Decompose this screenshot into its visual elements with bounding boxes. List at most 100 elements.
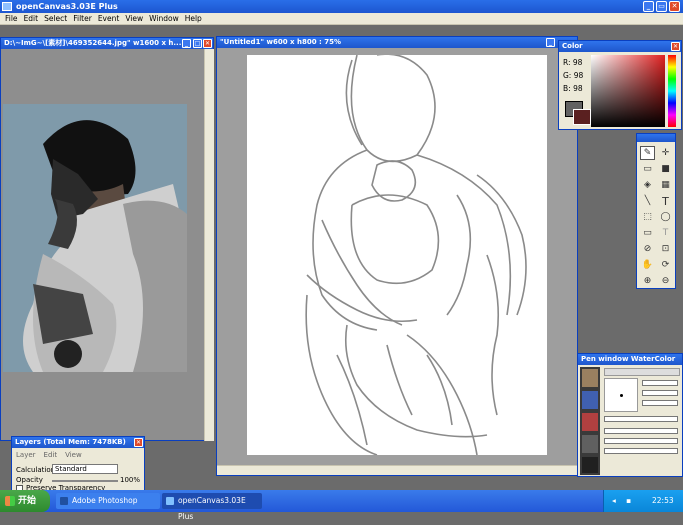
layers-menu-view[interactable]: View [65,451,82,459]
tray-speaker-icon[interactable]: ◂ [612,490,616,512]
layers-menu: Layer Edit View [16,451,82,459]
app-title: openCanvas3.03E Plus [16,2,118,11]
pen-slider[interactable] [604,416,678,422]
menu-filter[interactable]: Filter [70,13,95,24]
r-value[interactable]: 98 [573,58,583,67]
layers-panel-title-text: Layers (Total Mem: 7478KB) [15,438,126,446]
canvas-title-text: "Untitled1" w600 x h800 : 75% [220,38,342,46]
close-button[interactable]: ✕ [669,1,680,12]
menu-file[interactable]: File [2,13,21,24]
rotate-tool-icon[interactable]: ⟳ [658,258,673,272]
task-opencanvas[interactable]: openCanvas3.03E Plus [162,493,262,521]
layers-menu-edit[interactable]: Edit [44,451,58,459]
canvas-window: "Untitled1" w600 x h800 : 75% _ [216,36,578,476]
move-tool-icon[interactable]: ✛ [658,146,673,160]
hue-slider[interactable] [668,55,676,127]
brush-item-icon[interactable] [582,369,598,387]
pen-window-title-text: Pen window WaterColor [581,355,676,363]
text-tool-icon[interactable]: T [658,194,673,208]
tool-palette: ✎ ✛ ▭ ■ ◈ ▦ ╲ T ⬚ ◯ ▭ T ⊘ ⊡ ✋ ⟳ ⊕ ⊖ [636,133,676,289]
horizontal-scrollbar[interactable] [217,465,577,475]
rgb-values: R: 98 G: 98 B: 98 [563,56,583,95]
task-photoshop-label: Adobe Photoshop [72,496,138,505]
minimize-button[interactable]: _ [643,1,654,12]
fill-tool-icon[interactable]: ◈ [640,178,655,192]
app-title-bar: openCanvas3.03E Plus _ ▭ ✕ [0,0,683,13]
drawing-canvas[interactable] [247,53,547,456]
hand-tool-icon[interactable]: ✋ [640,258,655,272]
lasso-tool-icon[interactable]: ◯ [658,210,673,224]
reference-photo [3,104,187,372]
task-photoshop[interactable]: Adobe Photoshop [56,493,160,509]
minimize-button[interactable]: _ [182,39,191,48]
brush-item-icon[interactable] [582,413,598,431]
opacity-value: 100% [120,476,141,484]
menu-edit[interactable]: Edit [21,13,42,24]
g-value[interactable]: 98 [574,71,584,80]
rect-select-icon[interactable]: ⬚ [640,210,655,224]
color-panel: Color ✕ R: 98 G: 98 B: 98 [558,40,682,130]
brush-blend-slider[interactable] [642,400,678,406]
pen-slider[interactable] [604,428,678,434]
zoom-out-icon[interactable]: ⊖ [658,274,673,288]
layers-panel-title[interactable]: Layers (Total Mem: 7478KB) ✕ [12,437,144,448]
transform-tool-icon[interactable]: ▭ [640,162,655,176]
brush-tool-icon[interactable]: ✎ [640,146,655,160]
brush-list[interactable] [580,367,600,475]
close-button[interactable]: ✕ [134,438,143,447]
r-label: R: [563,58,571,67]
pen-window: Pen window WaterColor [577,353,683,477]
restore-button[interactable]: ▭ [656,1,667,12]
b-label: B: [563,84,571,93]
brush-density-slider[interactable] [642,390,678,396]
brush-item-icon[interactable] [582,391,598,409]
vertical-scrollbar[interactable] [204,49,214,441]
clock[interactable]: 22:53 [652,490,674,512]
pen-slider[interactable] [604,438,678,444]
brush-item-icon[interactable] [582,457,598,473]
close-button[interactable]: ✕ [671,42,680,51]
opacity-slider[interactable] [52,480,118,482]
background-color-swatch[interactable] [573,109,591,125]
brush-preview [604,378,638,412]
brush-size-slider[interactable] [642,380,678,386]
line-tool-icon[interactable]: ╲ [640,194,655,208]
layers-panel: Layers (Total Mem: 7478KB) ✕ Layer Edit … [11,436,145,492]
crop-tool-icon[interactable]: ⊡ [658,242,673,256]
close-button[interactable]: ✕ [203,39,212,48]
color-picker-square[interactable] [591,55,665,127]
menu-help[interactable]: Help [182,13,205,24]
eyedropper-tool-icon[interactable]: ⊘ [640,242,655,256]
menu-window[interactable]: Window [146,13,182,24]
pen-slider[interactable] [604,448,678,454]
menu-event[interactable]: Event [95,13,123,24]
reference-image-title[interactable]: D:\~ImG~\[素材]\469352644.jpg" w1600 x h..… [1,38,213,49]
canvas-title[interactable]: "Untitled1" w600 x h800 : 75% _ [217,37,577,48]
reference-image-title-text: D:\~ImG~\[素材]\469352644.jpg" w1600 x h..… [4,39,182,47]
task-opencanvas-label: openCanvas3.03E Plus [178,496,246,521]
brush-item-icon[interactable] [582,435,598,453]
menu-select[interactable]: Select [41,13,70,24]
tool-palette-title[interactable] [637,134,675,142]
taskbar: 开始 Adobe Photoshop openCanvas3.03E Plus … [0,490,683,521]
menu-view[interactable]: View [122,13,146,24]
gradient-tool-icon[interactable]: ▦ [658,178,673,192]
pen-option-bar[interactable] [604,368,680,376]
calculation-select[interactable]: Standard [52,464,118,474]
zoom-in-icon[interactable]: ⊕ [640,274,655,288]
tray-network-icon[interactable]: ▪ [626,490,631,512]
b-value[interactable]: 98 [573,84,583,93]
minimize-button[interactable]: _ [546,38,555,47]
photoshop-icon [60,497,68,505]
opencanvas-app-icon [2,2,12,11]
reference-image-window: D:\~ImG~\[素材]\469352644.jpg" w1600 x h..… [0,37,214,441]
layers-menu-layer[interactable]: Layer [16,451,36,459]
color-panel-title[interactable]: Color ✕ [559,41,681,52]
marquee-tool-icon[interactable]: ▭ [640,226,655,240]
g-label: G: [563,71,572,80]
text-alt-tool-icon[interactable]: T [658,226,673,240]
maximize-button[interactable]: □ [193,39,202,48]
start-button[interactable]: 开始 [0,490,50,512]
color-block-icon[interactable]: ■ [658,162,673,176]
pen-window-title[interactable]: Pen window WaterColor [578,354,682,365]
